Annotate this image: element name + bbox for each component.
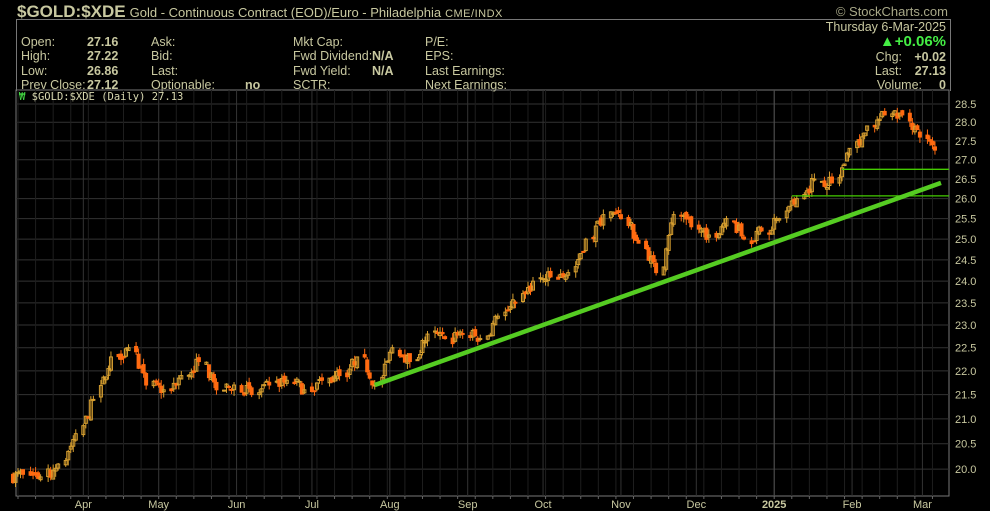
y-tick-label: 28.5 <box>955 99 976 111</box>
candle-body <box>214 381 219 391</box>
x-tick-label: Aug <box>380 499 400 511</box>
candle-body <box>91 398 96 401</box>
y-tick-label: 21.5 <box>955 390 976 402</box>
candle-body <box>312 390 317 393</box>
candle-body <box>925 134 930 140</box>
candle-body <box>822 180 827 187</box>
candle-body <box>134 345 139 353</box>
y-tick-label: 23.0 <box>955 320 976 332</box>
y-tick-label: 22.0 <box>955 366 976 378</box>
candle-body <box>651 255 656 263</box>
candle-body <box>362 354 367 358</box>
candle-body <box>121 356 126 359</box>
candle-body <box>739 223 744 237</box>
y-tick-label: 20.0 <box>955 464 976 476</box>
candle-body <box>548 270 553 278</box>
candle-body <box>222 389 227 392</box>
candle-body <box>829 176 834 184</box>
x-tick-label: Nov <box>611 499 631 511</box>
y-tick-label: 27.0 <box>955 155 976 167</box>
candle-body <box>759 227 764 232</box>
y-tick-label: 27.5 <box>955 136 976 148</box>
candle-body <box>478 338 483 341</box>
x-tick-label: Dec <box>687 499 707 511</box>
candle-body <box>267 381 272 386</box>
candle-body <box>144 373 149 386</box>
candle-body <box>443 336 448 340</box>
candle-body <box>752 240 757 243</box>
candle-body <box>634 234 639 241</box>
y-tick-label: 22.5 <box>955 343 976 355</box>
candle-body <box>882 110 887 116</box>
x-tick-label: Mar <box>913 499 932 511</box>
y-tick-label: 26.5 <box>955 174 976 186</box>
candle-body <box>337 369 342 377</box>
candle-body <box>618 214 623 220</box>
candle-body <box>249 387 254 396</box>
candle-body <box>581 250 586 253</box>
y-tick-label: 24.0 <box>955 276 976 288</box>
y-tick-label: 24.5 <box>955 255 976 267</box>
candle-body <box>239 385 244 393</box>
candle-body <box>915 125 920 131</box>
y-tick-label: 26.0 <box>955 194 976 206</box>
legend-text: $GOLD:$XDE (Daily) 27.13 <box>31 91 184 103</box>
y-tick-label: 21.0 <box>955 414 976 426</box>
x-tick-label: Jul <box>305 499 319 511</box>
candle-body <box>440 331 445 335</box>
trend-line <box>373 180 942 388</box>
candle-body <box>370 380 375 386</box>
candle-body <box>460 332 465 335</box>
candle-body <box>407 353 412 363</box>
candle-body <box>731 220 736 223</box>
candle-body <box>196 357 201 363</box>
candle-body <box>513 301 518 304</box>
candle-body <box>367 372 372 379</box>
candle-body <box>505 309 510 312</box>
candle-body <box>742 236 747 240</box>
y-tick-label: 25.5 <box>955 214 976 226</box>
candle-body <box>422 341 427 344</box>
candle-body <box>900 110 905 116</box>
candle-body <box>141 364 146 374</box>
y-tick-label: 25.0 <box>955 234 976 246</box>
x-tick-label: Oct <box>535 499 552 511</box>
candle-body <box>654 262 659 274</box>
candles <box>10 107 937 488</box>
candle-body <box>932 146 937 151</box>
x-tick-label: Sep <box>458 499 478 511</box>
candlestick-icon: ₩ <box>19 91 26 103</box>
candle-body <box>227 385 232 388</box>
x-tick-label: Jun <box>228 499 246 511</box>
price-chart[interactable]: 20.0 20.5 21.0 21.5 22.0 22.5 23.0 23.5 24.0 24.5… <box>0 0 990 511</box>
candle-body <box>473 329 478 337</box>
candle-body <box>616 210 621 214</box>
y-tick-label: 28.0 <box>955 117 976 129</box>
x-tick-label: Feb <box>843 499 862 511</box>
candle-body <box>704 227 709 240</box>
chart-legend: ₩ $GOLD:$XDE (Daily) 27.13 <box>19 91 183 103</box>
y-tick-label: 20.5 <box>955 439 976 451</box>
candle-body <box>21 469 26 475</box>
candle-body <box>689 216 694 228</box>
candle-body <box>812 178 817 181</box>
y-tick-label: 23.5 <box>955 298 976 310</box>
candle-body <box>211 374 216 383</box>
x-tick-label: Apr <box>75 499 92 511</box>
candle-body <box>292 381 297 384</box>
candle-body <box>156 382 161 386</box>
candle-body <box>297 380 302 383</box>
candle-body <box>319 377 324 381</box>
candle-body <box>930 140 935 146</box>
candle-body <box>365 359 370 373</box>
candle-body <box>907 112 912 122</box>
x-tick-label: May <box>148 499 169 511</box>
candle-body <box>917 131 922 138</box>
candle-body <box>636 239 641 244</box>
x-tick-label: 2025 <box>762 499 786 511</box>
candle-body <box>154 380 159 383</box>
